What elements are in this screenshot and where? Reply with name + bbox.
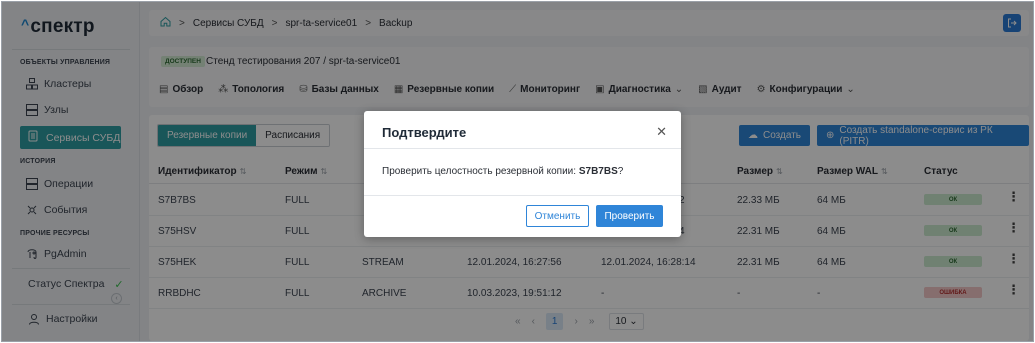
dialog-message-suffix: ?	[617, 166, 624, 177]
dialog-divider	[364, 195, 681, 196]
dialog-message: Проверить целостность резервной копии: S…	[382, 166, 623, 177]
cancel-button[interactable]: Отменить	[526, 205, 589, 227]
dialog-title: Подтвердите	[382, 125, 467, 140]
confirm-dialog: Подтвердите ✕ Проверить целостность резе…	[364, 111, 681, 237]
confirm-button[interactable]: Проверить	[596, 205, 663, 227]
dialog-backup-id: S7B7BS	[578, 166, 618, 177]
dialog-message-text: Проверить целостность резервной копии:	[382, 166, 577, 177]
app-window: ^спектр ОБЪЕКТЫ УПРАВЛЕНИЯ Кластеры Узлы…	[1, 1, 1034, 342]
dialog-divider	[364, 148, 681, 149]
close-icon[interactable]: ✕	[656, 124, 667, 140]
